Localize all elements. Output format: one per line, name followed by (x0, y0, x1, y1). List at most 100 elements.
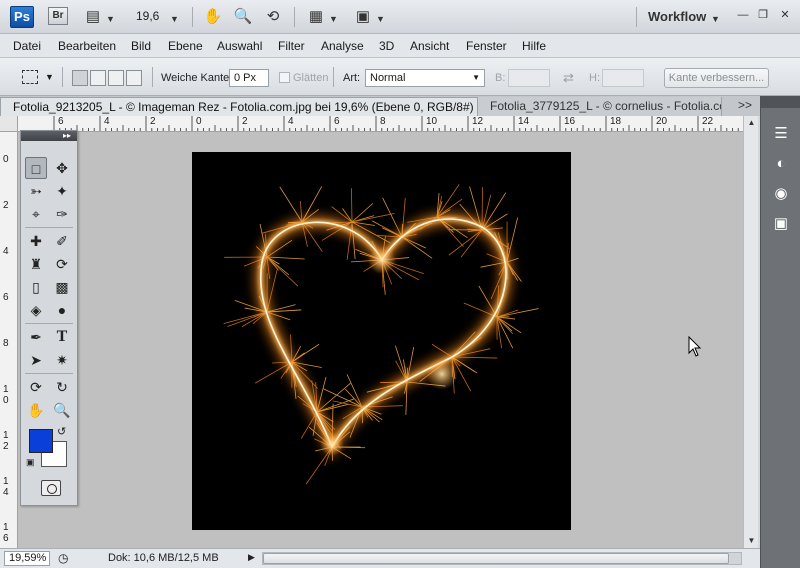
width-input[interactable] (508, 69, 550, 87)
swap-dimensions-icon[interactable]: ⇄ (563, 70, 574, 86)
status-info-icon[interactable]: ◷ (58, 551, 68, 565)
zoom-dropdown-icon[interactable]: ▼ (170, 10, 179, 28)
minimize-icon[interactable]: — (736, 8, 750, 22)
layers-icon[interactable]: ☰ (767, 122, 795, 146)
height-input[interactable] (602, 69, 644, 87)
height-label: H: (589, 72, 600, 84)
refine-edge-button[interactable]: Kante verbessern... (664, 68, 769, 88)
masks-icon[interactable]: ◉ (767, 182, 795, 206)
quick-select-icon[interactable]: ✦ (51, 180, 73, 202)
ruler-label: 0 (196, 116, 202, 127)
crop-icon[interactable]: ⌖ (25, 203, 47, 225)
history-brush-icon[interactable]: ⟳ (51, 253, 73, 275)
clone-stamp-icon[interactable]: ♜ (25, 253, 47, 275)
vertical-scrollbar[interactable]: ▲ ▼ (743, 116, 758, 548)
horizontal-scrollbar[interactable] (262, 552, 742, 565)
status-menu-arrow-icon[interactable]: ▶ (248, 552, 255, 563)
tools-collapse-icon[interactable]: ▸▸ (21, 131, 77, 141)
horizontal-ruler[interactable]: 6 4 2 0 2 4 6 8 10 12 14 16 18 20 22 (18, 116, 743, 132)
new-selection-button[interactable] (72, 70, 88, 86)
path-select-icon[interactable]: ➤ (25, 349, 47, 371)
appbar-divider (636, 7, 637, 27)
tab-document-inactive[interactable]: Fotolia_3779125_L - © cornelius - Fotoli… (478, 97, 722, 116)
zoom-tool-icon[interactable]: 🔍 (232, 8, 254, 26)
bridge-button[interactable]: Br (48, 7, 68, 25)
menu-hilfe[interactable]: Hilfe (522, 39, 546, 53)
hand-icon[interactable]: ✋ (25, 399, 47, 421)
ruler-label: 6 (58, 116, 64, 127)
menu-bild[interactable]: Bild (131, 39, 151, 53)
marquee-icon[interactable]: □ (25, 157, 47, 179)
eraser-icon[interactable]: ▯ (25, 276, 47, 298)
foreground-color-swatch[interactable] (29, 429, 53, 453)
tools-divider (25, 373, 73, 374)
screen-mode-dropdown-icon[interactable]: ▼ (376, 10, 385, 28)
document-canvas[interactable] (192, 152, 571, 530)
antialias-checkbox[interactable] (279, 72, 290, 83)
marquee-preset-icon[interactable] (22, 70, 38, 84)
menu-3d[interactable]: 3D (379, 39, 394, 53)
ruler-label: 16 (564, 116, 576, 127)
menu-fenster[interactable]: Fenster (466, 39, 507, 53)
menu-datei[interactable]: Datei (13, 39, 41, 53)
close-icon[interactable]: ✕ (778, 8, 792, 22)
default-colors-icon[interactable]: ▣ (26, 457, 35, 468)
3d-rotate-icon[interactable]: ⟳ (25, 376, 47, 398)
preset-dropdown-icon[interactable]: ▼ (45, 72, 54, 82)
subtract-selection-button[interactable] (108, 70, 124, 86)
type-icon[interactable]: T (51, 326, 73, 348)
channels-icon[interactable]: ▣ (767, 212, 795, 236)
3d-orbit-icon[interactable]: ↻ (51, 376, 73, 398)
shape-icon[interactable]: ✷ (51, 349, 73, 371)
add-selection-button[interactable] (90, 70, 106, 86)
menu-auswahl[interactable]: Auswahl (217, 39, 262, 53)
ruler-label: 0 (3, 154, 9, 165)
menu-ansicht[interactable]: Ansicht (410, 39, 449, 53)
style-select[interactable]: Normal ▼ (365, 69, 485, 87)
ruler-label: 4 (3, 246, 9, 257)
scroll-down-icon[interactable]: ▼ (744, 534, 759, 548)
healing-icon[interactable]: ✚ (25, 230, 47, 252)
ruler-origin[interactable] (0, 116, 18, 132)
feather-input[interactable]: 0 Px (229, 69, 269, 87)
application-bar: Ps Br ▤ ▼ 19,6 ▼ ✋ 🔍 ⟲ ▦ ▼ ▣ ▼ Workflow … (0, 0, 800, 34)
pen-icon[interactable]: ✒ (25, 326, 47, 348)
menu-ebene[interactable]: Ebene (168, 39, 203, 53)
lasso-icon[interactable]: ➳ (25, 180, 47, 202)
menu-filter[interactable]: Filter (278, 39, 305, 53)
tab-overflow-icon[interactable]: >> (738, 98, 752, 112)
view-extras-dropdown-icon[interactable]: ▼ (106, 10, 115, 28)
blur-icon[interactable]: ◈ (25, 299, 47, 321)
swap-colors-icon[interactable]: ↺ (57, 425, 66, 438)
workspace-dropdown-icon[interactable]: ▼ (711, 10, 720, 28)
screen-mode-icon[interactable]: ▣ (352, 8, 374, 26)
move-icon[interactable]: ✥ (51, 157, 73, 179)
view-extras-icon[interactable]: ▤ (82, 8, 104, 26)
menu-bar: Datei Bearbeiten Bild Ebene Auswahl Filt… (0, 34, 800, 58)
vertical-ruler[interactable]: 0 2 4 6 8 10 12 14 16 (0, 132, 18, 548)
arrange-documents-icon[interactable]: ▦ (305, 8, 327, 26)
gradient-icon[interactable]: ▩ (51, 276, 73, 298)
dodge-icon[interactable]: ● (51, 299, 73, 321)
feather-label: Weiche Kante: (161, 72, 233, 84)
dock-header[interactable] (761, 96, 800, 108)
horizontal-scroll-thumb[interactable] (263, 553, 729, 564)
zoom-level-field[interactable]: 19,6 (136, 9, 159, 23)
status-zoom-field[interactable]: 19,59% (4, 551, 50, 566)
ruler-label: 2 (3, 200, 9, 211)
tab-document-active[interactable]: Fotolia_9213205_L - © Imageman Rez - Fot… (0, 97, 478, 116)
zoom-icon[interactable]: 🔍 (51, 399, 73, 421)
workspace-switcher[interactable]: Workflow (648, 9, 706, 24)
hand-tool-icon[interactable]: ✋ (202, 8, 224, 26)
quick-mask-button[interactable] (41, 480, 61, 496)
intersect-selection-button[interactable] (126, 70, 142, 86)
restore-icon[interactable]: ❐ (756, 8, 770, 22)
menu-analyse[interactable]: Analyse (321, 39, 364, 53)
menu-bearbeiten[interactable]: Bearbeiten (58, 39, 116, 53)
scroll-up-icon[interactable]: ▲ (744, 116, 759, 130)
brush-icon[interactable]: ✐ (51, 230, 73, 252)
eyedropper-icon[interactable]: ✑ (51, 203, 73, 225)
arrange-dropdown-icon[interactable]: ▼ (329, 10, 338, 28)
rotate-view-icon[interactable]: ⟲ (262, 8, 284, 26)
adjustments-icon[interactable]: ◐ (767, 152, 795, 176)
